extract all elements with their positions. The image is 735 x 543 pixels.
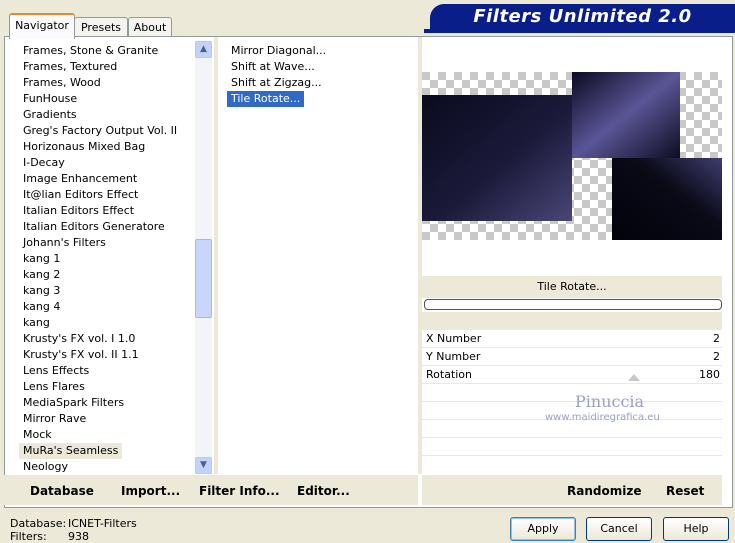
preview-tile-1 — [422, 95, 572, 221]
list-divider — [214, 37, 218, 474]
watermark-url: www.maidiregrafica.eu — [545, 412, 660, 423]
category-item[interactable]: Greg's Factory Output Vol. II — [19, 123, 181, 139]
param-value[interactable]: 2 — [713, 330, 720, 347]
tab-navigator[interactable]: Navigator — [9, 13, 75, 39]
category-scrollbar[interactable]: ▲ ▼ — [195, 41, 212, 474]
category-item[interactable]: MuRa's Seamless — [19, 443, 123, 459]
category-item[interactable]: Italian Editors Generatore — [19, 219, 169, 235]
slider-marker-icon — [628, 374, 640, 381]
filter-item[interactable]: Tile Rotate... — [227, 91, 305, 107]
status-database-value: ICNET-Filters — [68, 517, 137, 530]
category-item[interactable]: MediaSpark Filters — [19, 395, 128, 411]
reset-button[interactable]: Reset — [666, 482, 704, 500]
category-item[interactable]: Italian Editors Effect — [19, 203, 138, 219]
param-row-y-number[interactable]: Y Number 2 — [420, 348, 722, 365]
param-row-rotation[interactable]: Rotation 180 — [420, 366, 722, 383]
category-item[interactable]: It@lian Editors Effect — [19, 187, 142, 203]
category-item[interactable]: Neology — [19, 459, 72, 475]
banner-underline — [424, 29, 735, 33]
status-filters-value: 938 — [68, 530, 89, 543]
filter-item[interactable]: Shift at Zigzag... — [227, 75, 326, 91]
category-item[interactable]: Frames, Textured — [19, 59, 121, 75]
scroll-down-button[interactable]: ▼ — [195, 457, 212, 474]
preview-tile-2 — [572, 72, 680, 158]
category-item[interactable]: Johann's Filters — [19, 235, 110, 251]
category-item[interactable]: Frames, Wood — [19, 75, 105, 91]
filter-preview — [422, 40, 722, 244]
app-title-banner: Filters Unlimited 2.0 — [430, 4, 735, 30]
tab-about[interactable]: About — [128, 17, 172, 37]
param-label: X Number — [426, 332, 482, 345]
randomize-button[interactable]: Randomize — [567, 482, 641, 500]
apply-button[interactable]: Apply — [510, 517, 576, 541]
filter-item[interactable]: Mirror Diagonal... — [227, 43, 330, 59]
param-label: Rotation — [426, 368, 473, 381]
cancel-button[interactable]: Cancel — [586, 517, 652, 541]
category-list[interactable]: Frames, Stone & Granite Frames, Textured F… — [19, 41, 193, 474]
category-item[interactable]: Frames, Stone & Granite — [19, 43, 162, 59]
scroll-thumb[interactable] — [195, 239, 212, 318]
category-item[interactable]: Krusty's FX vol. II 1.1 — [19, 347, 143, 363]
category-item[interactable]: Lens Flares — [19, 379, 89, 395]
scroll-up-button[interactable]: ▲ — [195, 41, 212, 58]
category-item[interactable]: FunHouse — [19, 91, 81, 107]
category-item[interactable]: kang 4 — [19, 299, 64, 315]
param-label: Y Number — [426, 350, 481, 363]
editor-button[interactable]: Editor... — [297, 482, 350, 500]
tab-presets[interactable]: Presets — [74, 17, 128, 37]
params-header — [422, 312, 722, 330]
category-item[interactable]: Lens Effects — [19, 363, 93, 379]
filter-item[interactable]: Shift at Wave... — [227, 59, 319, 75]
category-item[interactable]: kang 3 — [19, 283, 64, 299]
preview-tile-3 — [612, 158, 722, 244]
filter-info-button[interactable]: Filter Info... — [199, 482, 280, 500]
category-item[interactable]: Gradients — [19, 107, 81, 123]
watermark-name: Pinuccia — [575, 392, 645, 411]
category-item[interactable]: Mock — [19, 427, 56, 443]
status-filters-label: Filters: — [10, 530, 47, 543]
category-item[interactable]: I-Decay — [19, 155, 69, 171]
category-item[interactable]: Image Enhancement — [19, 171, 141, 187]
category-item[interactable]: kang 2 — [19, 267, 64, 283]
help-button[interactable]: Help — [663, 517, 729, 541]
category-item[interactable]: kang — [19, 315, 54, 331]
filter-list[interactable]: Mirror Diagonal... Shift at Wave... Shift … — [227, 41, 417, 474]
database-button[interactable]: Database — [30, 482, 94, 500]
category-item[interactable]: Mirror Rave — [19, 411, 90, 427]
progress-bar — [424, 299, 722, 310]
param-value[interactable]: 180 — [699, 366, 720, 383]
category-item[interactable]: kang 1 — [19, 251, 64, 267]
import-button[interactable]: Import... — [121, 482, 180, 500]
param-row-x-number[interactable]: X Number 2 — [420, 330, 722, 347]
filter-name-label: Tile Rotate... — [422, 276, 722, 298]
status-database-label: Database: — [10, 517, 67, 530]
category-item[interactable]: Horizonaus Mixed Bag — [19, 139, 149, 155]
category-item[interactable]: Krusty's FX vol. I 1.0 — [19, 331, 139, 347]
param-value[interactable]: 2 — [713, 348, 720, 365]
